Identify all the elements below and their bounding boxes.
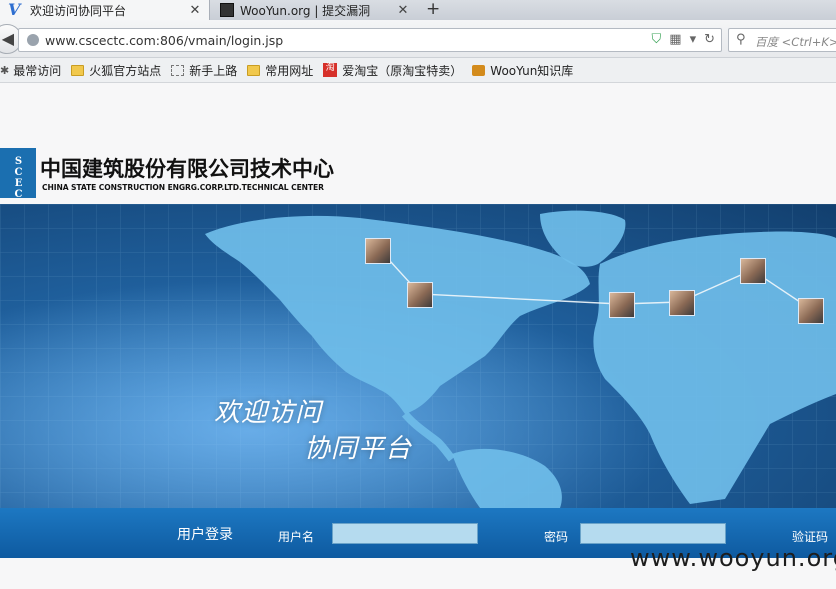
world-map-illustration: [0, 204, 836, 508]
close-tab-icon[interactable]: ✕: [395, 3, 411, 18]
tab-active[interactable]: V 欢迎访问协同平台 ✕: [0, 0, 210, 20]
bookmark-most-visited[interactable]: ✱ 最常访问: [0, 62, 61, 79]
search-icon: ⚲: [736, 32, 746, 47]
username-label: 用户名: [278, 530, 315, 544]
url-text[interactable]: www.cscectc.com:806/vmain/login.jsp: [45, 33, 283, 48]
tab-label: 欢迎访问协同平台: [30, 3, 127, 18]
password-input[interactable]: [580, 523, 726, 544]
avatar: [669, 290, 695, 316]
welcome-line-2: 协同平台: [304, 434, 413, 464]
bookmark-common-sites[interactable]: 常用网址: [247, 62, 313, 79]
bookmark-taobao[interactable]: 淘 爱淘宝（原淘宝特卖）: [323, 62, 462, 79]
avatar: [609, 292, 635, 318]
close-tab-icon[interactable]: ✕: [187, 3, 203, 18]
avatar: [798, 298, 824, 324]
avatar: [365, 238, 391, 264]
company-logo: SCEC: [0, 148, 36, 200]
taobao-icon: 淘: [323, 63, 338, 77]
bookmark-label: WooYun知识库: [490, 63, 574, 78]
shield-icon[interactable]: ⛉: [652, 32, 662, 47]
avatar: [407, 282, 433, 308]
navigation-toolbar: ◀ www.cscectc.com:806/vmain/login.jsp ⛉ …: [0, 20, 836, 58]
bookmarks-toolbar: ✱ 最常访问 火狐官方站点 新手上路 常用网址 淘 爱淘宝（原淘宝特卖） Woo…: [0, 58, 836, 83]
address-bar[interactable]: www.cscectc.com:806/vmain/login.jsp ⛉ ▦ …: [18, 28, 722, 52]
rss-icon: [472, 64, 486, 76]
tab-label: WooYun.org | 提交漏洞: [240, 3, 371, 18]
company-name-en: CHINA STATE CONSTRUCTION ENGRG.CORP.LTD.…: [42, 183, 324, 192]
username-input[interactable]: [332, 523, 478, 544]
gear-icon: ✱: [0, 63, 10, 77]
qr-code-icon[interactable]: ▦: [669, 32, 681, 47]
globe-icon: [27, 34, 39, 46]
bookmark-wooyun-kb[interactable]: WooYun知识库: [472, 62, 573, 79]
bookmark-firefox-site[interactable]: 火狐官方站点: [71, 62, 161, 79]
watermark: www.wooyun.org: [630, 544, 836, 572]
logo-text: SCEC: [13, 156, 24, 200]
browser-tab-strip: V 欢迎访问协同平台 ✕ WooYun.org | 提交漏洞 ✕ +: [0, 0, 836, 20]
captcha-label: 验证码: [792, 530, 829, 544]
bookmark-getting-started[interactable]: 新手上路: [171, 62, 237, 79]
company-name-cn: 中国建筑股份有限公司技术中心: [40, 157, 334, 181]
reload-icon[interactable]: ↻: [704, 32, 715, 47]
wooyun-favicon-icon: [220, 3, 234, 17]
search-box[interactable]: ⚲ 百度 <Ctrl+K>: [728, 28, 836, 52]
dashed-page-icon: [171, 64, 185, 76]
folder-icon: [71, 64, 85, 76]
new-tab-button[interactable]: +: [426, 0, 440, 20]
password-label: 密码: [544, 530, 569, 544]
bookmark-label: 常用网址: [265, 63, 314, 78]
world-map-banner: 欢迎访问 协同平台: [0, 204, 836, 508]
tab-wooyun[interactable]: WooYun.org | 提交漏洞 ✕: [212, 0, 417, 20]
login-title: 用户登录: [177, 527, 233, 543]
web-page: SCEC 中国建筑股份有限公司技术中心 CHINA STATE CONSTRUC…: [0, 84, 836, 589]
welcome-line-1: 欢迎访问: [214, 398, 323, 428]
bookmark-label: 最常访问: [13, 63, 62, 78]
folder-icon: [247, 64, 261, 76]
bookmark-label: 火狐官方站点: [89, 63, 162, 78]
dropdown-arrow-icon[interactable]: ▾: [690, 32, 697, 47]
search-placeholder: 百度 <Ctrl+K>: [755, 35, 836, 49]
bookmark-label: 爱淘宝（原淘宝特卖）: [342, 63, 463, 78]
avatar: [740, 258, 766, 284]
site-favicon-icon: V: [8, 0, 21, 19]
bookmark-label: 新手上路: [189, 63, 238, 78]
